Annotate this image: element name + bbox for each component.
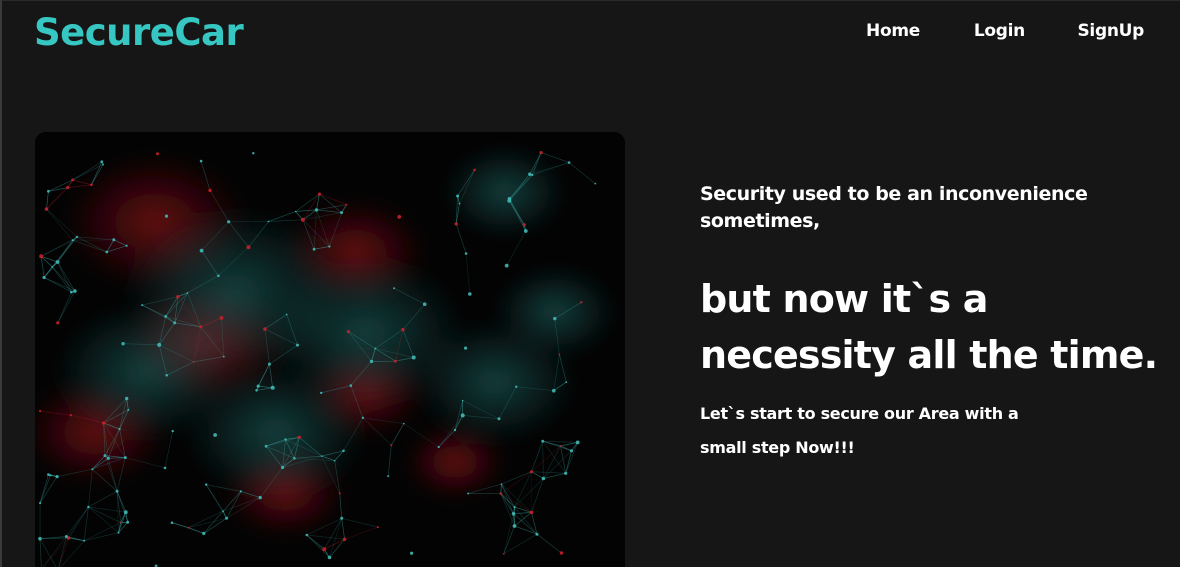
hero-subtext: Let`s start to secure our Area with a sm… — [700, 404, 1019, 457]
brand-logo[interactable]: SecureCar — [34, 9, 244, 57]
network-particles-image — [35, 132, 625, 567]
nav-link-signup[interactable]: SignUp — [1077, 21, 1144, 41]
nav-link-login[interactable]: Login — [974, 21, 1025, 41]
hero-network-image — [35, 132, 625, 567]
hero-headline: but now it`s a necessity all the time. — [700, 277, 1158, 377]
hero-text: Security used to be an inconvenience som… — [700, 181, 1170, 465]
hero-tagline: Security used to be an inconvenience som… — [700, 183, 1088, 232]
nav-link-home[interactable]: Home — [866, 21, 920, 41]
page: SecureCar Home Login SignUp Security use… — [0, 0, 1180, 567]
